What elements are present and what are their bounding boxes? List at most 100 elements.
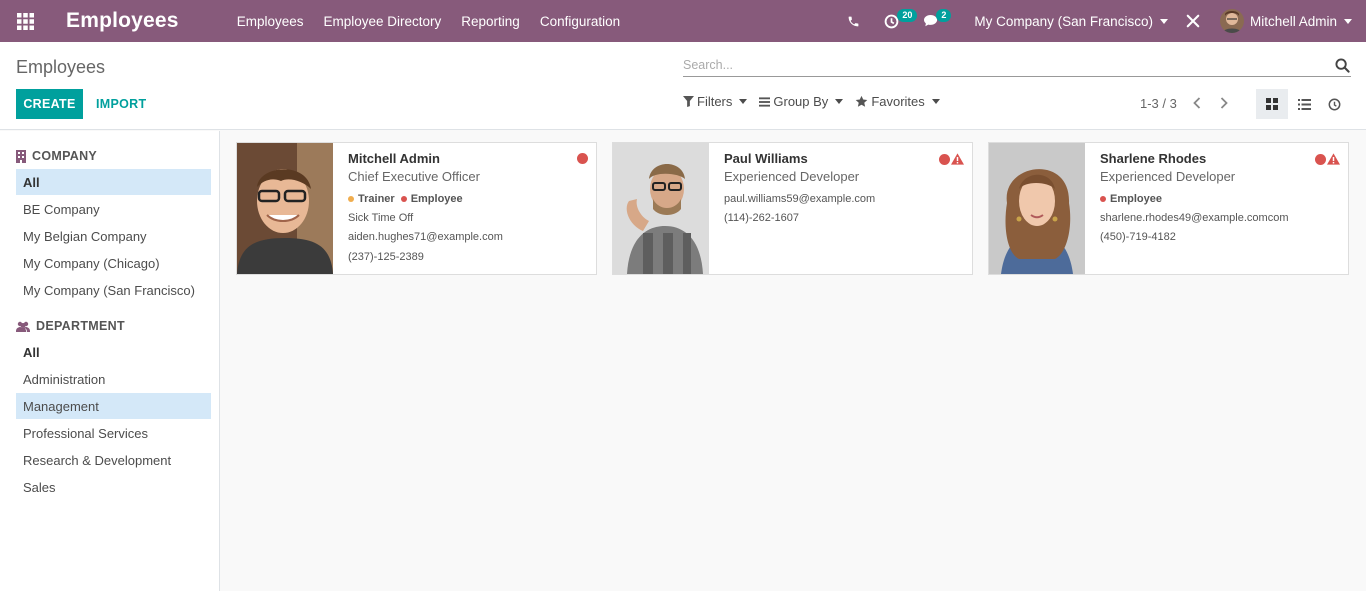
menu-reporting[interactable]: Reporting — [451, 0, 530, 42]
company-filter-chicago[interactable]: My Company (Chicago) — [16, 250, 211, 276]
phone-icon[interactable] — [835, 0, 872, 42]
tag-label: Trainer — [358, 193, 395, 205]
search-options: Filters Group By Favorites — [683, 94, 952, 109]
tag-color-dot — [1100, 196, 1106, 202]
employee-card[interactable]: Sharlene Rhodes Experienced Developer Em… — [988, 142, 1349, 275]
tag-trainer: Trainer — [348, 193, 395, 205]
list-view-icon[interactable] — [1288, 89, 1320, 119]
pager-previous-icon[interactable] — [1187, 92, 1207, 114]
app-title[interactable]: Employees — [66, 9, 179, 33]
search-icon[interactable] — [1333, 56, 1351, 74]
menu-employee-directory[interactable]: Employee Directory — [313, 0, 451, 42]
company-filter-san-francisco[interactable]: My Company (San Francisco) — [16, 277, 211, 303]
debug-tools-icon[interactable] — [1176, 0, 1210, 42]
chevron-down-icon — [835, 99, 844, 104]
employee-card[interactable]: Mitchell Admin Chief Executive Officer T… — [236, 142, 597, 275]
pager-next-icon[interactable] — [1214, 92, 1234, 114]
employee-tags: Employee — [1100, 190, 1340, 208]
card-content: Mitchell Admin Chief Executive Officer T… — [348, 151, 588, 267]
kanban-view-icon[interactable] — [1256, 89, 1288, 119]
department-filter-research-development[interactable]: Research & Development — [16, 447, 211, 473]
search-panel-sidebar: COMPANY All BE Company My Belgian Compan… — [0, 131, 220, 591]
company-filter-all[interactable]: All — [16, 169, 211, 195]
company-switcher[interactable]: My Company (San Francisco) — [966, 0, 1176, 42]
control-panel: Employees CREATE IMPORT Filters Group By… — [0, 42, 1366, 130]
chevron-down-icon — [1159, 18, 1168, 24]
card-content: Sharlene Rhodes Experienced Developer Em… — [1100, 151, 1340, 247]
activity-view-icon[interactable] — [1318, 89, 1350, 119]
presence-status-dot — [1315, 153, 1326, 165]
employee-tags: Trainer Employee — [348, 190, 588, 208]
presence-status — [1315, 153, 1340, 165]
department-filter-all[interactable]: All — [16, 339, 211, 365]
employee-name: Paul Williams — [724, 151, 808, 166]
company-filter-my-belgian-company[interactable]: My Belgian Company — [16, 223, 211, 249]
presence-status-dot — [939, 153, 950, 165]
department-filter-management[interactable]: Management — [16, 393, 211, 419]
employee-photo — [989, 143, 1085, 274]
employee-phone: (114)-262-1607 — [724, 212, 800, 225]
employee-name: Mitchell Admin — [348, 151, 440, 166]
employee-email: aiden.hughes71@example.com — [348, 231, 503, 244]
import-button[interactable]: IMPORT — [86, 89, 156, 119]
presence-status-dot — [577, 153, 588, 164]
presence-status — [939, 153, 964, 165]
menu-employees[interactable]: Employees — [227, 0, 314, 42]
favorites-dropdown[interactable]: Favorites — [855, 94, 940, 109]
filter-icon — [683, 96, 694, 107]
bars-icon — [759, 96, 771, 107]
message-count-badge: 2 — [936, 9, 952, 22]
employee-phone: (237)-125-2389 — [348, 250, 424, 263]
current-company: My Company (San Francisco) — [974, 13, 1153, 29]
create-button[interactable]: CREATE — [16, 89, 83, 119]
user-name: Mitchell Admin — [1249, 13, 1337, 29]
tag-label: Employee — [410, 193, 463, 205]
department-section-header: DEPARTMENT — [16, 319, 125, 333]
company-filter-be-company[interactable]: BE Company — [16, 196, 211, 222]
menu-configuration[interactable]: Configuration — [530, 0, 630, 42]
company-header-label: COMPANY — [32, 149, 98, 163]
favorites-label: Favorites — [871, 94, 925, 109]
filters-label: Filters — [697, 94, 733, 109]
employee-email: paul.williams59@example.com — [724, 192, 876, 205]
chevron-down-icon — [739, 99, 748, 104]
tag-label: Employee — [1110, 193, 1162, 205]
tag-color-dot — [400, 196, 407, 202]
building-icon — [16, 149, 26, 163]
users-icon — [16, 321, 30, 332]
app-menu-grid-icon[interactable] — [0, 0, 50, 42]
user-avatar — [1219, 9, 1244, 33]
warning-icon — [1327, 153, 1340, 165]
employee-photo — [613, 143, 709, 274]
employee-job-title: Experienced Developer — [1100, 169, 1236, 184]
filters-dropdown[interactable]: Filters — [683, 94, 748, 109]
chevron-down-icon — [1344, 18, 1352, 24]
employee-status-line: Sick Time Off — [348, 211, 414, 224]
chevron-down-icon — [931, 99, 940, 104]
presence-status — [577, 153, 588, 164]
activity-clock-icon[interactable]: 20 — [872, 0, 918, 42]
employee-phone: (450)-719-4182 — [1100, 231, 1176, 244]
employee-photo — [237, 143, 333, 274]
star-icon — [856, 95, 868, 107]
messages-chat-icon[interactable]: 2 — [911, 0, 952, 42]
department-filter-administration[interactable]: Administration — [16, 366, 211, 392]
search-bar — [683, 54, 1351, 77]
group-by-dropdown[interactable]: Group By — [759, 94, 844, 109]
company-section-header: COMPANY — [16, 149, 97, 163]
warning-icon — [951, 153, 964, 165]
top-navbar: Employees Employees Employee Directory R… — [0, 0, 1366, 42]
department-filter-sales[interactable]: Sales — [16, 474, 211, 500]
department-filter-professional-services[interactable]: Professional Services — [16, 420, 211, 446]
pager-value[interactable]: 1-3 / 3 — [1140, 96, 1177, 111]
group-by-label: Group By — [773, 94, 829, 109]
tag-employee: Employee — [1100, 193, 1162, 205]
user-menu[interactable]: Mitchell Admin — [1210, 0, 1366, 42]
employee-job-title: Chief Executive Officer — [348, 169, 480, 184]
breadcrumb: Employees — [16, 57, 106, 77]
employee-card[interactable]: Paul Williams Experienced Developer paul… — [612, 142, 973, 275]
employee-email: sharlene.rhodes49@example.comcom — [1100, 211, 1289, 224]
employee-name: Sharlene Rhodes — [1100, 151, 1207, 166]
tag-color-dot — [348, 196, 354, 202]
search-input[interactable] — [683, 58, 1333, 72]
